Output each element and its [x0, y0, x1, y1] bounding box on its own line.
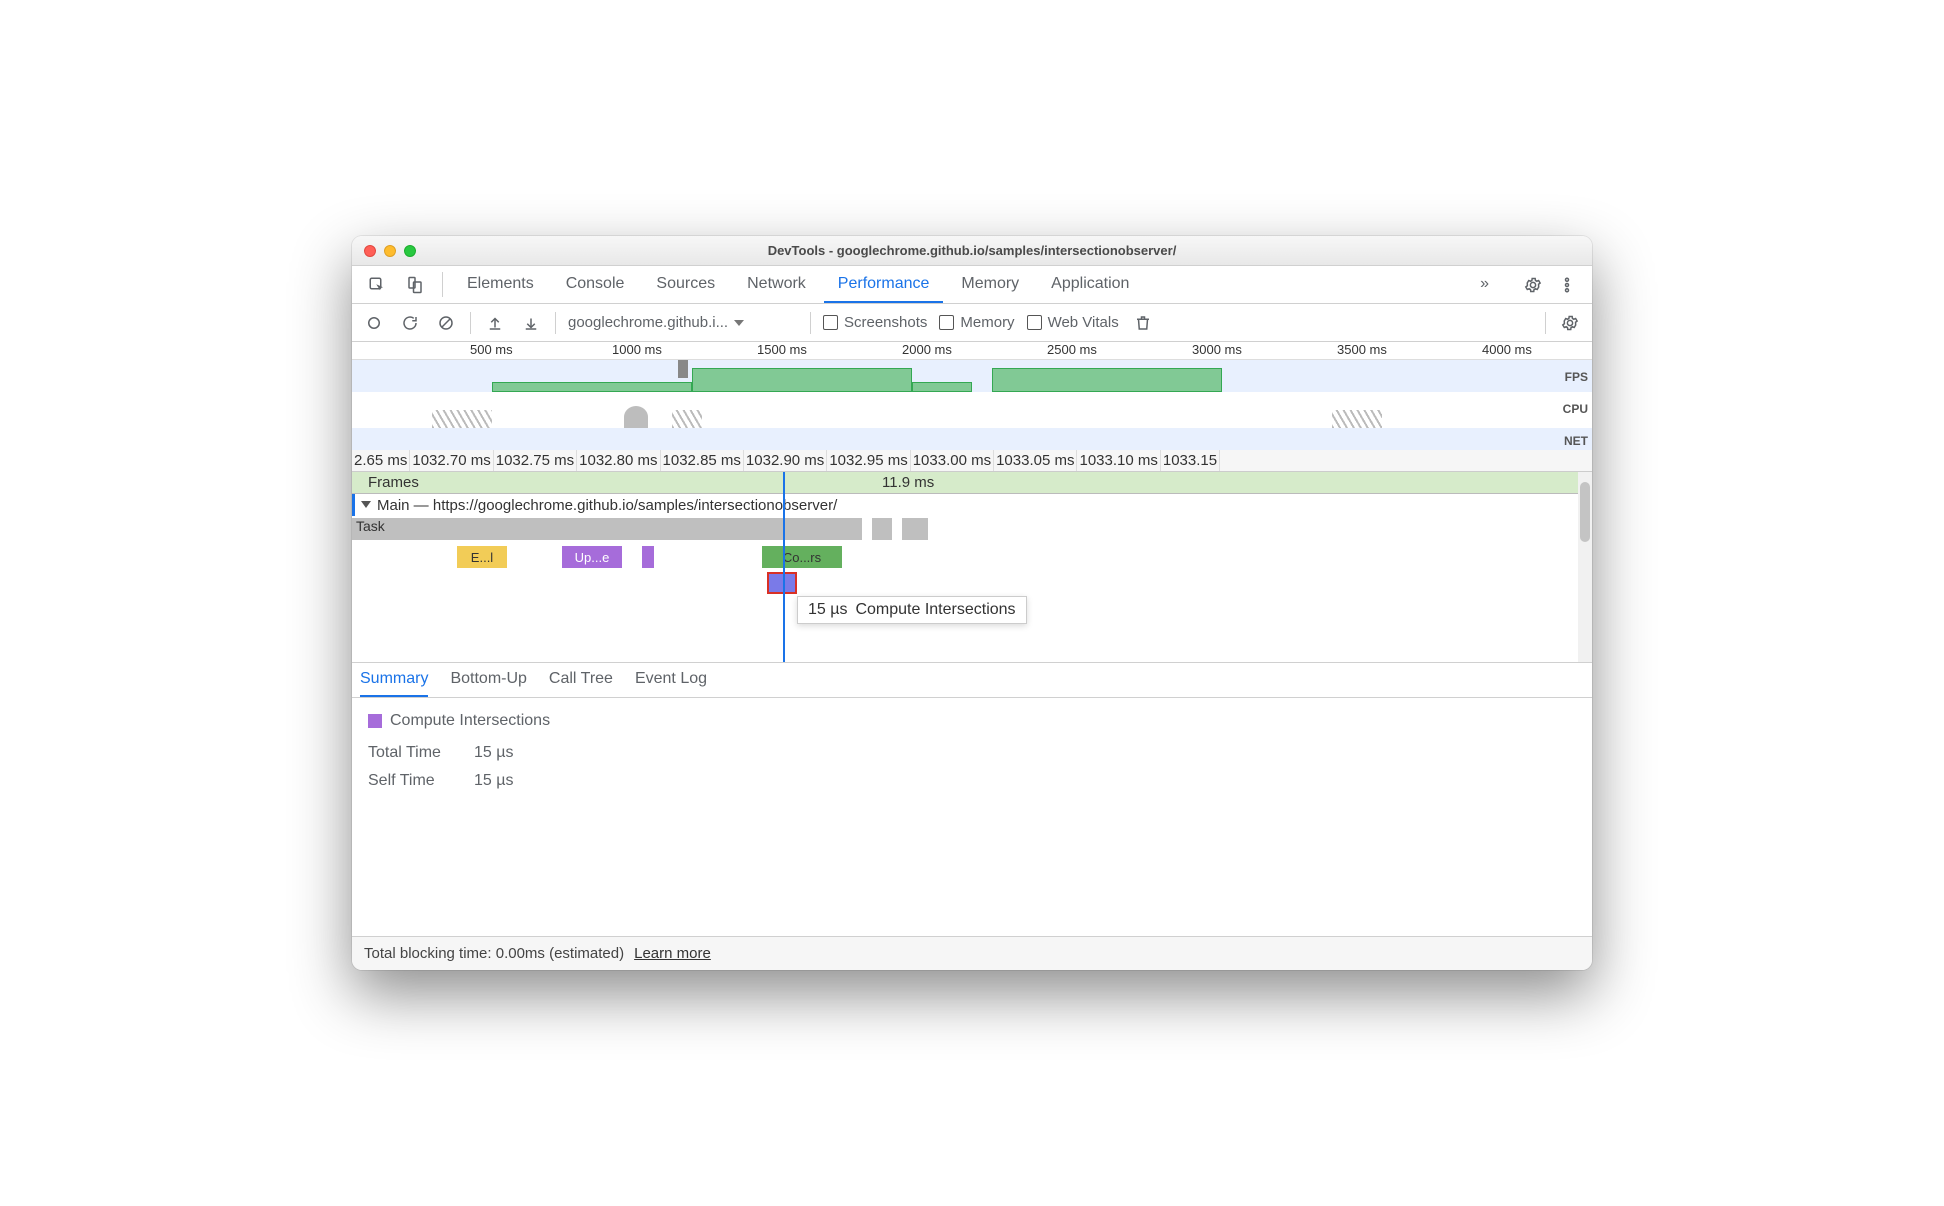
event-block[interactable]: E...l: [457, 546, 507, 568]
event-selected[interactable]: [767, 572, 797, 594]
screenshots-checkbox[interactable]: Screenshots: [823, 314, 927, 331]
tab-call-tree[interactable]: Call Tree: [549, 663, 613, 697]
summary-panel: Compute Intersections Total Time15 µs Se…: [352, 698, 1592, 936]
overview-panel[interactable]: 500 ms 1000 ms 1500 ms 2000 ms 2500 ms 3…: [352, 342, 1592, 450]
tab-memory[interactable]: Memory: [947, 266, 1033, 303]
reload-icon[interactable]: [398, 311, 422, 335]
tbt-label: Total blocking time: 0.00ms (estimated): [364, 945, 624, 962]
task-block[interactable]: [902, 518, 928, 540]
event-block[interactable]: Co...rs: [762, 546, 842, 568]
fps-lane: [352, 360, 1592, 392]
task-block[interactable]: Task: [352, 518, 862, 540]
tabs-overflow[interactable]: »: [1466, 275, 1503, 295]
main-tabs: Elements Console Sources Network Perform…: [352, 266, 1592, 304]
tab-summary[interactable]: Summary: [360, 663, 428, 697]
titlebar: DevTools - googlechrome.github.io/sample…: [352, 236, 1592, 266]
details-tabs: Summary Bottom-Up Call Tree Event Log: [352, 662, 1592, 698]
tab-performance[interactable]: Performance: [824, 266, 944, 303]
tab-elements[interactable]: Elements: [453, 266, 548, 303]
tab-event-log[interactable]: Event Log: [635, 663, 707, 697]
clear-icon[interactable]: [434, 311, 458, 335]
cpu-lane: [352, 392, 1592, 428]
inspect-icon[interactable]: [360, 266, 394, 303]
flame-chart[interactable]: Frames 11.9 ms Main — https://googlechro…: [352, 472, 1592, 662]
upload-icon[interactable]: [483, 311, 507, 335]
flame-scrollbar[interactable]: [1578, 472, 1592, 662]
kebab-icon[interactable]: [1550, 276, 1584, 294]
record-icon[interactable]: [362, 311, 386, 335]
device-toggle-icon[interactable]: [398, 266, 432, 303]
window-title: DevTools - googlechrome.github.io/sample…: [352, 243, 1592, 258]
tab-sources[interactable]: Sources: [642, 266, 729, 303]
overview-selection-handle[interactable]: [678, 360, 688, 378]
event-block[interactable]: [642, 546, 654, 568]
event-block[interactable]: Up...e: [562, 546, 622, 568]
overview-lane-labels: FPS CPU NET: [1563, 360, 1588, 456]
trash-icon[interactable]: [1131, 311, 1155, 335]
frames-track[interactable]: Frames 11.9 ms: [352, 472, 1592, 494]
tab-network[interactable]: Network: [733, 266, 820, 303]
download-icon[interactable]: [519, 311, 543, 335]
chevron-down-icon: [361, 501, 371, 508]
tab-application[interactable]: Application: [1037, 266, 1143, 303]
performance-toolbar: googlechrome.github.i... Screenshots Mem…: [352, 304, 1592, 342]
event-tooltip: 15 µs Compute Intersections: [797, 596, 1027, 624]
learn-more-link[interactable]: Learn more: [634, 945, 711, 962]
summary-event-name: Compute Intersections: [390, 712, 550, 730]
task-block[interactable]: [872, 518, 892, 540]
net-lane: [352, 428, 1592, 450]
chevron-down-icon: [734, 320, 744, 326]
settings-icon[interactable]: [1516, 276, 1550, 294]
webvitals-checkbox[interactable]: Web Vitals: [1027, 314, 1119, 331]
flame-ruler: 2.65 ms1032.70 ms1032.75 ms1032.80 ms103…: [352, 450, 1592, 472]
footer-bar: Total blocking time: 0.00ms (estimated) …: [352, 936, 1592, 970]
color-swatch: [368, 714, 382, 728]
capture-target-label: googlechrome.github.i...: [568, 314, 728, 331]
memory-checkbox[interactable]: Memory: [939, 314, 1014, 331]
capture-settings-icon[interactable]: [1558, 311, 1582, 335]
overview-ruler: 500 ms 1000 ms 1500 ms 2000 ms 2500 ms 3…: [352, 342, 1592, 360]
main-thread-tracks: Task E...l Up...e Co...rs: [352, 516, 1592, 596]
main-thread-header[interactable]: Main — https://googlechrome.github.io/sa…: [352, 494, 1592, 516]
devtools-window: DevTools - googlechrome.github.io/sample…: [352, 236, 1592, 970]
tab-bottom-up[interactable]: Bottom-Up: [450, 663, 526, 697]
playhead[interactable]: [783, 472, 785, 662]
tab-console[interactable]: Console: [552, 266, 639, 303]
capture-target-dropdown[interactable]: googlechrome.github.i...: [568, 314, 798, 331]
